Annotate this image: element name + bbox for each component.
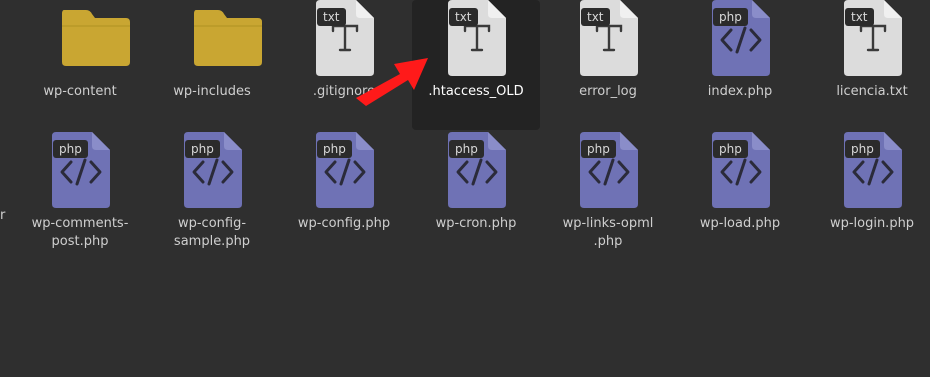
- file-item-licencia-txt[interactable]: txt licencia.txt: [808, 0, 930, 130]
- file-name-label: wp-config- sample.php: [173, 216, 251, 249]
- file-item-wp-cron-php[interactable]: php wp-cron.php: [412, 132, 540, 262]
- file-item-gitignore[interactable]: txt .gitignore: [280, 0, 408, 130]
- file-name-label: wp-config.php: [297, 216, 391, 231]
- file-type-badge: php: [449, 140, 484, 158]
- file-name-label: licencia.txt: [836, 84, 908, 99]
- file-type-badge: php: [185, 140, 220, 158]
- file-name-label: wp-comments- post.php: [31, 216, 129, 249]
- file-name-label: error_log: [579, 84, 637, 99]
- file-item-htaccess-old[interactable]: txt .htaccess_OLD: [412, 0, 540, 130]
- file-type-badge: txt: [581, 8, 610, 26]
- file-item-wp-includes[interactable]: wp-includes: [148, 0, 276, 130]
- file-type-badge: php: [317, 140, 352, 158]
- file-name-label: wp-login.php: [829, 216, 915, 231]
- folder-icon: [16, 0, 144, 80]
- file-type-badge: php: [713, 140, 748, 158]
- file-item-wp-content[interactable]: wp-content: [16, 0, 144, 130]
- file-item-wp-config-php[interactable]: php wp-config.php: [280, 132, 408, 262]
- file-item-wp-links-opml-php[interactable]: php wp-links-opml .php: [544, 132, 672, 262]
- file-type-badge: txt: [845, 8, 874, 26]
- file-item-error-log[interactable]: txt error_log: [544, 0, 672, 130]
- file-type-badge: php: [581, 140, 616, 158]
- file-name-label: wp-content: [43, 84, 117, 99]
- file-item-wp-comments-post-php[interactable]: php wp-comments- post.php: [16, 132, 144, 262]
- file-name-label: wp-cron.php: [435, 216, 517, 231]
- file-name-label: .htaccess_OLD: [428, 84, 524, 99]
- file-grid: r wp-content wp-includes txt .gitignore txt.…: [0, 0, 930, 377]
- file-item-wp-config-sample-php[interactable]: php wp-config- sample.php: [148, 132, 276, 262]
- file-name-label: .gitignore: [312, 84, 376, 99]
- file-type-badge: txt: [317, 8, 346, 26]
- file-name-label: wp-links-opml .php: [562, 216, 654, 249]
- file-name-label: index.php: [707, 84, 773, 99]
- file-type-badge: php: [713, 8, 748, 26]
- file-item-wp-login-php[interactable]: php wp-login.php: [808, 132, 930, 262]
- file-name-label: wp-load.php: [699, 216, 781, 231]
- cut-off-label: r: [0, 208, 6, 223]
- folder-icon: [148, 0, 276, 80]
- file-item-index-php[interactable]: php index.php: [676, 0, 804, 130]
- file-item-wp-load-php[interactable]: php wp-load.php: [676, 132, 804, 262]
- file-name-label: wp-includes: [173, 84, 251, 99]
- file-type-badge: txt: [449, 8, 478, 26]
- file-type-badge: php: [845, 140, 880, 158]
- file-type-badge: php: [53, 140, 88, 158]
